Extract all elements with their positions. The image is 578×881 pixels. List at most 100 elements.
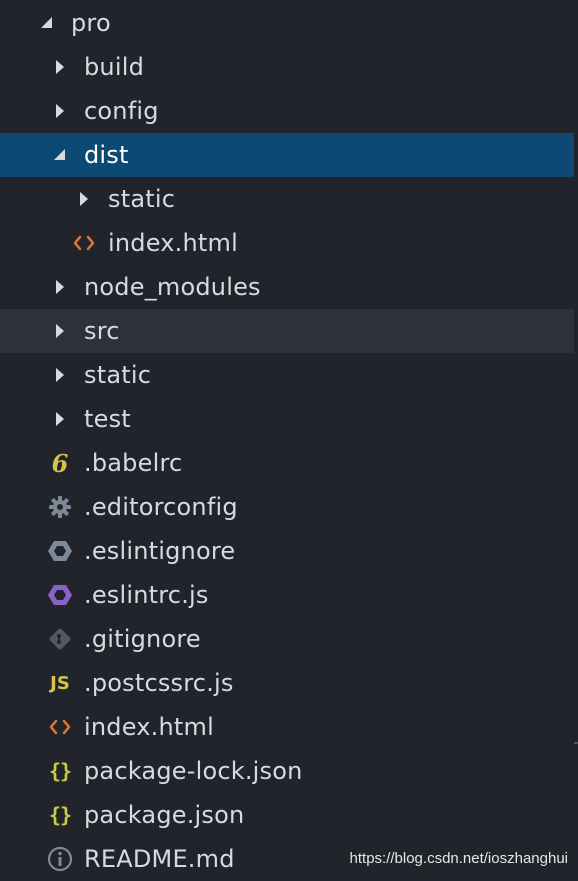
tree-item-test[interactable]: test bbox=[0, 397, 574, 441]
tree-item-postcssrc-js[interactable]: JS.postcssrc.js bbox=[0, 661, 574, 705]
icon-gap bbox=[73, 331, 84, 332]
tree-item-eslintrc-js[interactable]: .eslintrc.js bbox=[0, 573, 574, 617]
icon-gap bbox=[73, 67, 84, 68]
icon-gap bbox=[73, 683, 84, 684]
indent-spacer bbox=[0, 419, 47, 420]
tree-item-label: .postcssrc.js bbox=[84, 661, 234, 705]
indent-spacer bbox=[0, 199, 71, 200]
tree-item-static[interactable]: static bbox=[0, 177, 574, 221]
chevron-right-icon bbox=[47, 265, 73, 309]
tree-item-label: src bbox=[84, 309, 120, 353]
json-icon: {} bbox=[47, 749, 73, 793]
indent-spacer bbox=[0, 595, 47, 596]
icon-gap bbox=[73, 287, 84, 288]
icon-gap bbox=[97, 243, 108, 244]
indent-spacer bbox=[0, 243, 71, 244]
chevron-right-icon bbox=[47, 353, 73, 397]
chevron-right-icon bbox=[47, 309, 73, 353]
indent-spacer bbox=[0, 155, 47, 156]
icon-gap bbox=[73, 463, 84, 464]
tree-item-label: pro bbox=[71, 1, 111, 45]
watermark: https://blog.csdn.net/ioszhanghui bbox=[350, 850, 568, 867]
javascript-icon: JS bbox=[47, 661, 73, 705]
chevron-right-icon bbox=[47, 397, 73, 441]
eslint-ignore-icon bbox=[47, 529, 73, 573]
icon-gap bbox=[73, 815, 84, 816]
indent-spacer bbox=[0, 551, 47, 552]
tree-item-label: .gitignore bbox=[84, 617, 201, 661]
tree-item-editorconfig[interactable]: .editorconfig bbox=[0, 485, 574, 529]
icon-gap bbox=[73, 111, 84, 112]
indent-spacer bbox=[0, 23, 34, 24]
eslint-icon bbox=[47, 573, 73, 617]
tree-item-package-lock-json[interactable]: {}package-lock.json bbox=[0, 749, 574, 793]
icon-gap bbox=[73, 551, 84, 552]
icon-gap bbox=[73, 595, 84, 596]
indent-spacer bbox=[0, 331, 47, 332]
indent-spacer bbox=[0, 375, 47, 376]
chevron-right-icon bbox=[47, 45, 73, 89]
tree-item-src[interactable]: src bbox=[0, 309, 574, 353]
tree-item-label: dist bbox=[84, 133, 129, 177]
tree-item-label: .eslintrc.js bbox=[84, 573, 209, 617]
tree-item-label: .babelrc bbox=[84, 441, 182, 485]
icon-gap bbox=[73, 375, 84, 376]
icon-gap bbox=[97, 199, 108, 200]
json-icon: {} bbox=[47, 793, 73, 837]
tree-item-label: .eslintignore bbox=[84, 529, 235, 573]
tree-item-build[interactable]: build bbox=[0, 45, 574, 89]
tree-item-babelrc[interactable]: 6.babelrc bbox=[0, 441, 574, 485]
indent-spacer bbox=[0, 111, 47, 112]
indent-spacer bbox=[0, 727, 47, 728]
tree-item-label: static bbox=[108, 177, 175, 221]
file-explorer: probuildconfigdiststaticindex.htmlnode_m… bbox=[0, 0, 578, 878]
tree-item-label: config bbox=[84, 89, 159, 133]
chevron-right-icon bbox=[47, 89, 73, 133]
chevron-down-icon bbox=[34, 1, 60, 45]
tree-item-label: .editorconfig bbox=[84, 485, 238, 529]
indent-spacer bbox=[0, 683, 47, 684]
indent-spacer bbox=[0, 463, 47, 464]
indent-spacer bbox=[0, 859, 47, 860]
tree-item-dist[interactable]: dist bbox=[0, 133, 574, 177]
indent-spacer bbox=[0, 771, 47, 772]
icon-gap bbox=[73, 727, 84, 728]
indent-spacer bbox=[0, 287, 47, 288]
chevron-down-icon bbox=[47, 133, 73, 177]
icon-gap bbox=[73, 639, 84, 640]
tree-item-label: test bbox=[84, 397, 131, 441]
gear-icon bbox=[47, 485, 73, 529]
icon-gap bbox=[73, 771, 84, 772]
tree-item-gitignore[interactable]: .gitignore bbox=[0, 617, 574, 661]
tree-item-label: node_modules bbox=[84, 265, 261, 309]
tree-item-label: index.html bbox=[108, 221, 238, 265]
tree-item-label: build bbox=[84, 45, 144, 89]
tree-item-package-json[interactable]: {}package.json bbox=[0, 793, 574, 837]
indent-spacer bbox=[0, 67, 47, 68]
icon-gap bbox=[73, 155, 84, 156]
tree-item-label: README.md bbox=[84, 837, 235, 881]
tree-item-index-html[interactable]: index.html bbox=[0, 221, 574, 265]
scrollbar-marker[interactable] bbox=[574, 742, 578, 744]
tree-item-label: package.json bbox=[84, 793, 244, 837]
tree-item-pro[interactable]: pro bbox=[0, 1, 574, 45]
tree-item-index-html[interactable]: index.html bbox=[0, 705, 574, 749]
icon-gap bbox=[73, 419, 84, 420]
git-icon bbox=[47, 617, 73, 661]
indent-spacer bbox=[0, 815, 47, 816]
tree-item-label: index.html bbox=[84, 705, 214, 749]
icon-gap bbox=[73, 507, 84, 508]
tree-item-label: package-lock.json bbox=[84, 749, 303, 793]
html-icon bbox=[71, 221, 97, 265]
html-icon bbox=[47, 705, 73, 749]
tree-item-eslintignore[interactable]: .eslintignore bbox=[0, 529, 574, 573]
tree-item-node-modules[interactable]: node_modules bbox=[0, 265, 574, 309]
icon-gap bbox=[60, 23, 71, 24]
info-icon bbox=[47, 837, 73, 881]
babel-icon: 6 bbox=[47, 441, 73, 485]
icon-gap bbox=[73, 859, 84, 860]
chevron-right-icon bbox=[71, 177, 97, 221]
tree-item-static[interactable]: static bbox=[0, 353, 574, 397]
indent-spacer bbox=[0, 507, 47, 508]
tree-item-config[interactable]: config bbox=[0, 89, 574, 133]
